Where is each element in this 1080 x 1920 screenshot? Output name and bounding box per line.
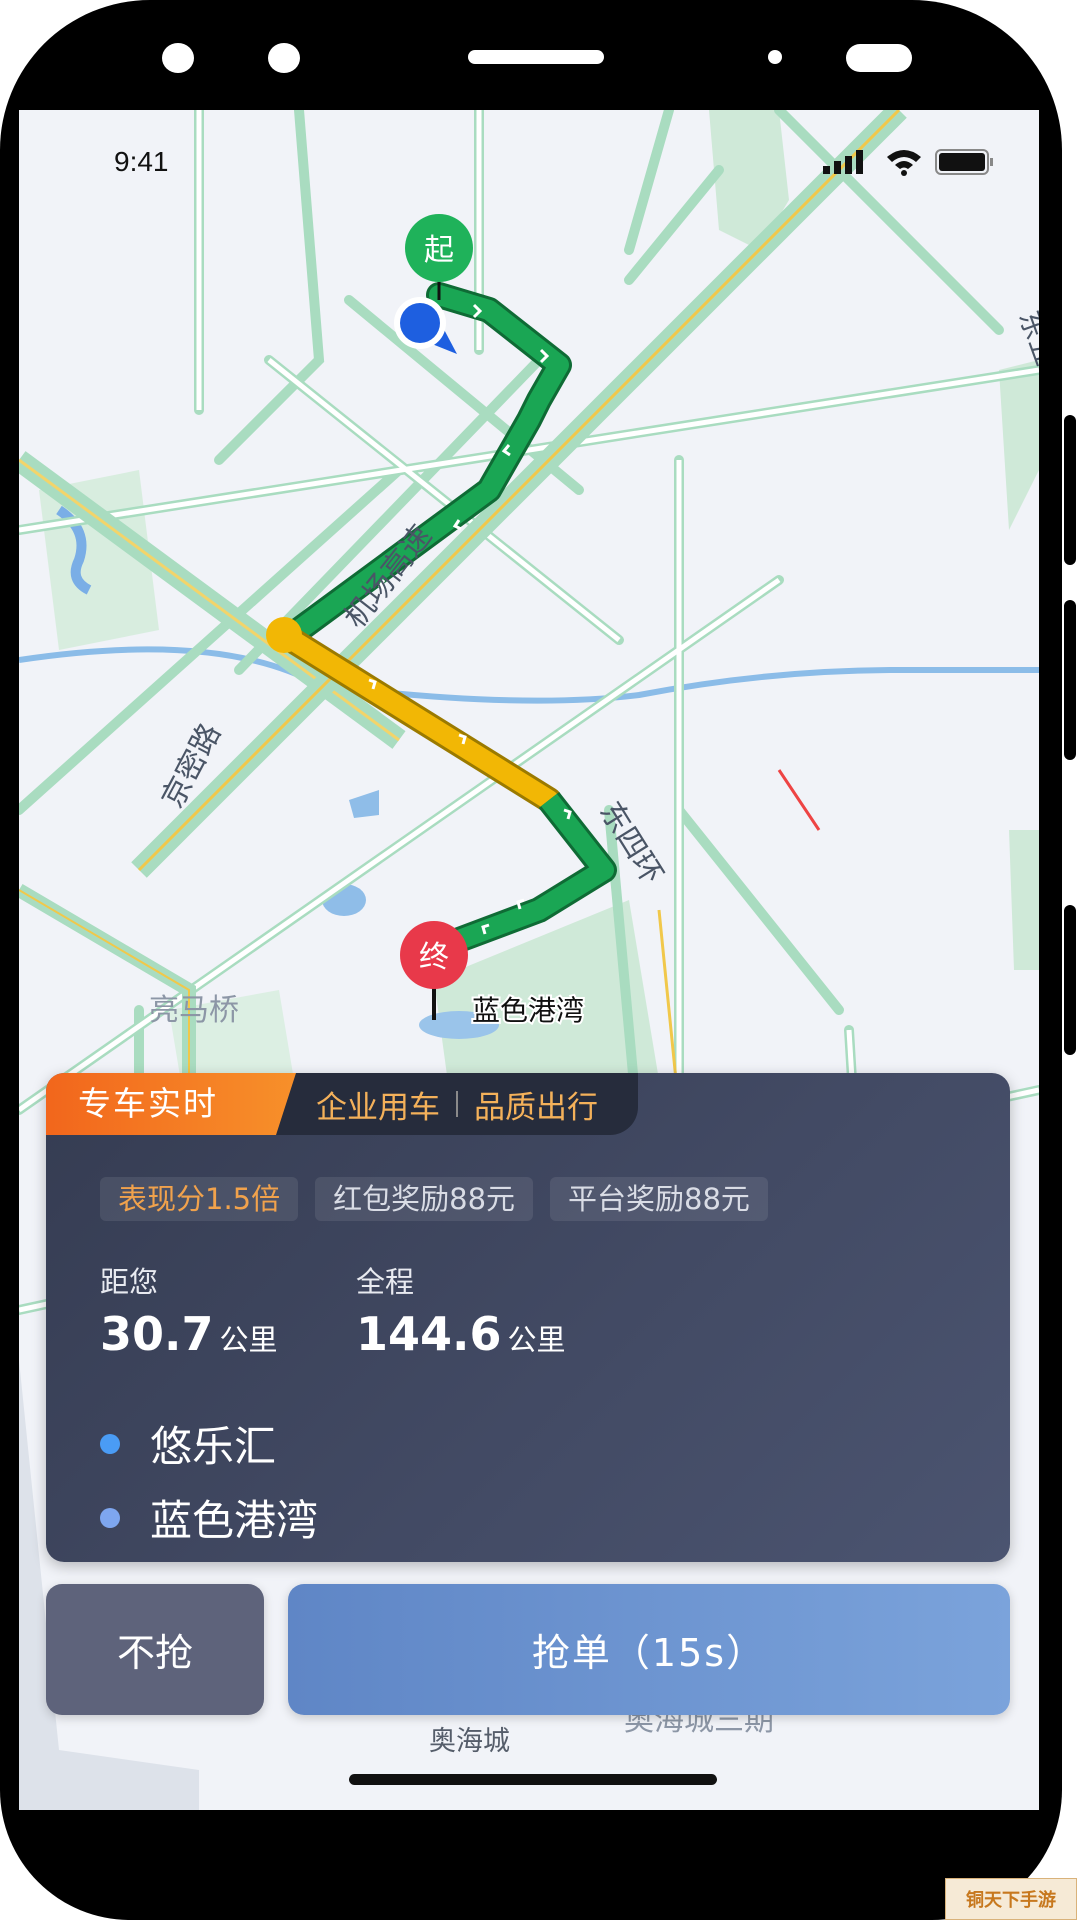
badge-platform: 平台奖励88元 <box>550 1177 768 1221</box>
tab-quality[interactable]: 品质出行 <box>474 1082 598 1127</box>
speaker-grille <box>468 50 604 64</box>
status-time: 9:41 <box>114 146 169 177</box>
badge-red-packet: 红包奖励88元 <box>315 1177 534 1221</box>
flash-dot <box>846 44 912 72</box>
volume-button <box>1064 600 1076 760</box>
wifi-icon <box>887 150 921 176</box>
grab-order-button[interactable]: 抢单（15s） <box>288 1584 1010 1715</box>
sensor-dot <box>768 50 782 64</box>
svg-text:起: 起 <box>424 233 454 268</box>
total-distance: 全程 144.6 公里 <box>356 1259 566 1361</box>
app-screen: 机场高速 京密路 东四环 东五环 亮马桥 新九龙广场 长辉大厦 奥海城 奥海城三… <box>19 110 1039 1810</box>
dropoff-dot-icon <box>100 1507 120 1528</box>
poi-label: 奥海城 <box>429 1726 510 1757</box>
total-distance-label: 全程 <box>356 1265 415 1299</box>
destination-label: 蓝色港湾 <box>472 994 584 1027</box>
order-card: 专车实时 企业用车 品质出行 表现分1.5倍 红包奖励88元 平台奖励88元 距… <box>46 1073 1010 1562</box>
home-indicator[interactable] <box>349 1774 717 1785</box>
pickup-address: 悠乐汇 <box>100 1413 276 1474</box>
tab-label: 专车实时 <box>78 1084 218 1123</box>
distance-unit: 公里 <box>219 1323 278 1357</box>
dropoff-address: 蓝色港湾 <box>100 1487 318 1548</box>
reward-badges: 表现分1.5倍 红包奖励88元 平台奖励88元 <box>100 1177 768 1221</box>
camera-dot <box>268 43 300 73</box>
badge-performance: 表现分1.5倍 <box>100 1177 299 1221</box>
skip-order-button[interactable]: 不抢 <box>46 1584 264 1715</box>
area-label: 亮马桥 <box>149 993 239 1028</box>
signal-icon <box>823 150 863 174</box>
status-bar: 9:41 <box>19 110 1039 210</box>
volume-button <box>1064 415 1076 565</box>
distance-to-you-label: 距您 <box>100 1265 159 1299</box>
camera-dot <box>162 43 194 73</box>
tab-enterprise[interactable]: 企业用车 <box>316 1082 440 1127</box>
battery-icon <box>935 149 993 175</box>
tab-divider <box>456 1091 458 1117</box>
svg-text:终: 终 <box>419 940 449 975</box>
distance-to-you-value: 30.7 <box>100 1307 214 1361</box>
order-type-tabs: 专车实时 企业用车 品质出行 <box>46 1073 638 1135</box>
tab-realtime[interactable]: 专车实时 <box>46 1073 296 1135</box>
pickup-name: 悠乐汇 <box>150 1422 277 1471</box>
pickup-dot-icon <box>100 1433 120 1454</box>
power-button <box>1064 905 1076 1055</box>
distance-unit: 公里 <box>507 1323 566 1357</box>
dropoff-name: 蓝色港湾 <box>150 1496 319 1545</box>
distance-to-you: 距您 30.7 公里 <box>100 1259 278 1361</box>
total-distance-value: 144.6 <box>356 1307 502 1361</box>
watermark-logo: 铜天下手游 <box>945 1878 1077 1920</box>
